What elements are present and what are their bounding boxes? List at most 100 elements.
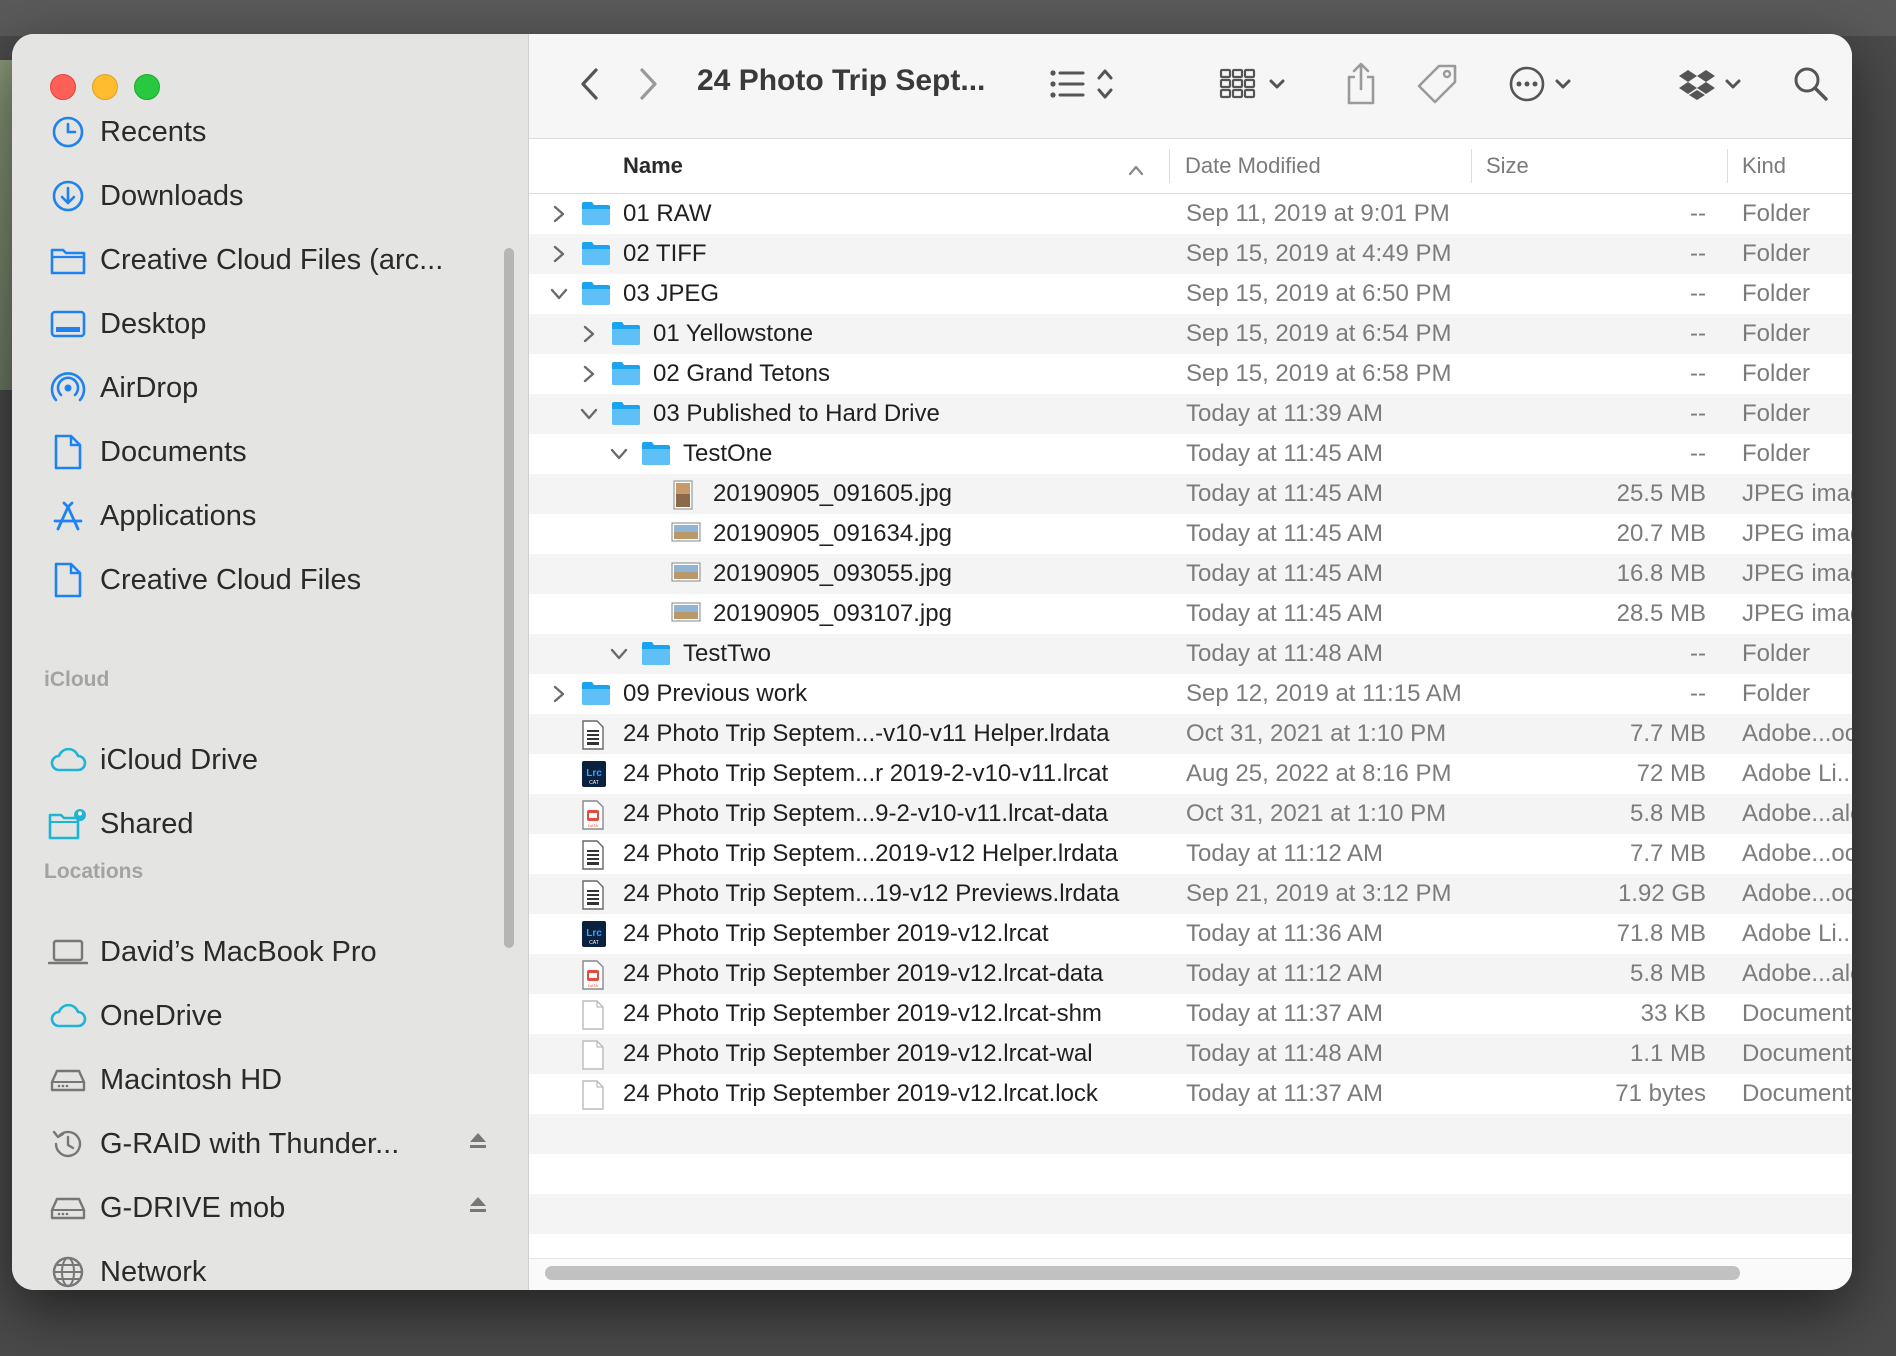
file-row[interactable]: 24 Photo Trip September 2019-v12.lrcat-w…: [529, 1034, 1852, 1074]
column-divider[interactable]: [1727, 149, 1728, 183]
file-row[interactable]: Lrc CAT 24 Photo Trip September 2019-v12.l…: [529, 914, 1852, 954]
sidebar-item-icloud-drive[interactable]: iCloud Drive: [48, 732, 488, 788]
file-row[interactable]: 20190905_091605.jpg Today at 11:45 AM 25.5…: [529, 474, 1852, 514]
file-row[interactable]: DATA 24 Photo Trip September 2019-v12.lrc…: [529, 954, 1852, 994]
file-size: --: [1690, 280, 1706, 307]
name-column-header[interactable]: Name: [623, 139, 683, 193]
file-name: 24 Photo Trip Septem...9-2-v10-v11.lrcat…: [623, 800, 1109, 827]
sidebar-item-recents[interactable]: Recents: [48, 104, 488, 160]
eject-icon[interactable]: [468, 1130, 488, 1155]
sidebar-item-g-raid-with-thunder[interactable]: G-RAID with Thunder...: [48, 1116, 488, 1172]
empty-row: [529, 1194, 1852, 1234]
forward-button[interactable]: [629, 64, 669, 104]
tags-button[interactable]: [1413, 60, 1461, 108]
share-button[interactable]: [1339, 58, 1383, 108]
size-column-header[interactable]: Size: [1486, 139, 1529, 193]
document-icon: [48, 432, 88, 472]
file-row[interactable]: 01 Yellowstone Sep 15, 2019 at 6:54 PM -- F…: [529, 314, 1852, 354]
file-size: --: [1690, 240, 1706, 267]
file-size: --: [1690, 320, 1706, 347]
sidebar-item-downloads[interactable]: Downloads: [48, 168, 488, 224]
lrcat-data-file-icon: DATA: [581, 960, 609, 990]
disclosure-closed-icon[interactable]: [549, 684, 569, 704]
eject-icon[interactable]: [468, 1194, 488, 1219]
minimize-window-button[interactable]: [92, 74, 118, 100]
file-date-modified: Sep 15, 2019 at 4:49 PM: [1186, 240, 1452, 267]
sidebar-item-applications[interactable]: Applications: [48, 488, 488, 544]
disclosure-closed-icon[interactable]: [579, 364, 599, 384]
file-row[interactable]: DATA 24 Photo Trip Septem...9-2-v10-v11.l…: [529, 794, 1852, 834]
file-row[interactable]: 02 Grand Tetons Sep 15, 2019 at 6:58 PM --…: [529, 354, 1852, 394]
disclosure-closed-icon[interactable]: [549, 244, 569, 264]
sidebar-item-documents[interactable]: Documents: [48, 424, 488, 480]
file-row[interactable]: TestOne Today at 11:45 AM -- Folder: [529, 434, 1852, 474]
sidebar-item-g-drive-mob[interactable]: G-DRIVE mob: [48, 1180, 488, 1236]
sidebar-item-label: Applications: [100, 499, 257, 532]
sidebar-item-creative-cloud-files-arc[interactable]: Creative Cloud Files (arc...: [48, 232, 488, 288]
file-kind: Folder: [1742, 400, 1811, 427]
file-date-modified: Sep 12, 2019 at 11:15 AM: [1186, 680, 1462, 707]
sidebar-item-macintosh-hd[interactable]: Macintosh HD: [48, 1052, 488, 1108]
file-row[interactable]: 20190905_093107.jpg Today at 11:45 AM 28.5…: [529, 594, 1852, 634]
file-date-modified: Today at 11:37 AM: [1186, 1000, 1384, 1027]
disclosure-open-icon[interactable]: [609, 644, 629, 664]
file-row[interactable]: 24 Photo Trip Septem...-v10-v11 Helper.l…: [529, 714, 1852, 754]
lrdata-file-icon: [581, 840, 609, 870]
file-row[interactable]: 09 Previous work Sep 12, 2019 at 11:15 AM…: [529, 674, 1852, 714]
cloud-icon: [48, 996, 88, 1036]
sidebar-item-david-s-macbook-pro[interactable]: David’s MacBook Pro: [48, 924, 488, 980]
file-row[interactable]: 01 RAW Sep 11, 2019 at 9:01 PM -- Folder: [529, 194, 1852, 234]
view-options-button[interactable]: [1049, 62, 1129, 106]
file-row[interactable]: 03 Published to Hard Drive Today at 11:39…: [529, 394, 1852, 434]
search-button[interactable]: [1789, 62, 1833, 106]
file-name: 24 Photo Trip September 2019-v12.lrcat-s…: [623, 1000, 1102, 1027]
sidebar-item-label: Creative Cloud Files (arc...: [100, 243, 444, 276]
sidebar-item-desktop[interactable]: Desktop: [48, 296, 488, 352]
jpeg-thumbnail-icon: [671, 520, 701, 548]
file-row[interactable]: 20190905_093055.jpg Today at 11:45 AM 16.8…: [529, 554, 1852, 594]
horizontal-scrollbar[interactable]: [545, 1266, 1740, 1280]
file-row[interactable]: 24 Photo Trip Septem...19-v12 Previews.l…: [529, 874, 1852, 914]
sidebar-item-airdrop[interactable]: AirDrop: [48, 360, 488, 416]
file-kind: Adobe...alo: [1742, 960, 1852, 987]
disclosure-open-icon[interactable]: [579, 404, 599, 424]
file-row[interactable]: 20190905_091634.jpg Today at 11:45 AM 20.7…: [529, 514, 1852, 554]
svg-text:DATA: DATA: [588, 823, 598, 828]
column-divider[interactable]: [1471, 149, 1472, 183]
airdrop-icon: [48, 368, 88, 408]
file-row[interactable]: 24 Photo Trip September 2019-v12.lrcat.l…: [529, 1074, 1852, 1114]
file-row[interactable]: TestTwo Today at 11:48 AM -- Folder: [529, 634, 1852, 674]
sidebar-item-shared[interactable]: Shared: [48, 796, 488, 852]
back-button[interactable]: [569, 64, 609, 104]
file-date-modified: Sep 15, 2019 at 6:54 PM: [1186, 320, 1452, 347]
sidebar-item-onedrive[interactable]: OneDrive: [48, 988, 488, 1044]
desktop-icon: [48, 304, 88, 344]
file-kind: JPEG image: [1742, 480, 1852, 507]
sidebar-scrollbar[interactable]: [504, 248, 514, 948]
folder-icon: [611, 360, 640, 388]
disclosure-open-icon[interactable]: [609, 444, 629, 464]
kind-column-header[interactable]: Kind: [1742, 139, 1786, 193]
sidebar-item-creative-cloud-files[interactable]: Creative Cloud Files: [48, 552, 488, 608]
group-by-button[interactable]: [1219, 62, 1299, 106]
disclosure-open-icon[interactable]: [549, 284, 569, 304]
dropbox-button[interactable]: [1679, 62, 1759, 106]
file-row[interactable]: 24 Photo Trip September 2019-v12.lrcat-s…: [529, 994, 1852, 1034]
action-menu-button[interactable]: [1509, 62, 1589, 106]
sidebar-item-network[interactable]: Network: [48, 1244, 488, 1290]
file-row[interactable]: 02 TIFF Sep 15, 2019 at 4:49 PM -- Folder: [529, 234, 1852, 274]
close-window-button[interactable]: [50, 74, 76, 100]
disclosure-closed-icon[interactable]: [549, 204, 569, 224]
file-row[interactable]: 03 JPEG Sep 15, 2019 at 6:50 PM -- Folder: [529, 274, 1852, 314]
file-kind: Folder: [1742, 640, 1811, 667]
file-size: 28.5 MB: [1616, 600, 1706, 627]
column-divider[interactable]: [1169, 149, 1170, 183]
file-name: 09 Previous work: [623, 680, 808, 707]
file-name: 24 Photo Trip Septem...r 2019-2-v10-v11.…: [623, 760, 1109, 787]
zoom-window-button[interactable]: [134, 74, 160, 100]
file-kind: Adobe...alo: [1742, 800, 1852, 827]
disclosure-closed-icon[interactable]: [579, 324, 599, 344]
date-modified-column-header[interactable]: Date Modified: [1185, 139, 1321, 193]
file-row[interactable]: Lrc CAT 24 Photo Trip Septem...r 2019-2-v1…: [529, 754, 1852, 794]
file-row[interactable]: 24 Photo Trip Septem...2019-v12 Helper.l…: [529, 834, 1852, 874]
